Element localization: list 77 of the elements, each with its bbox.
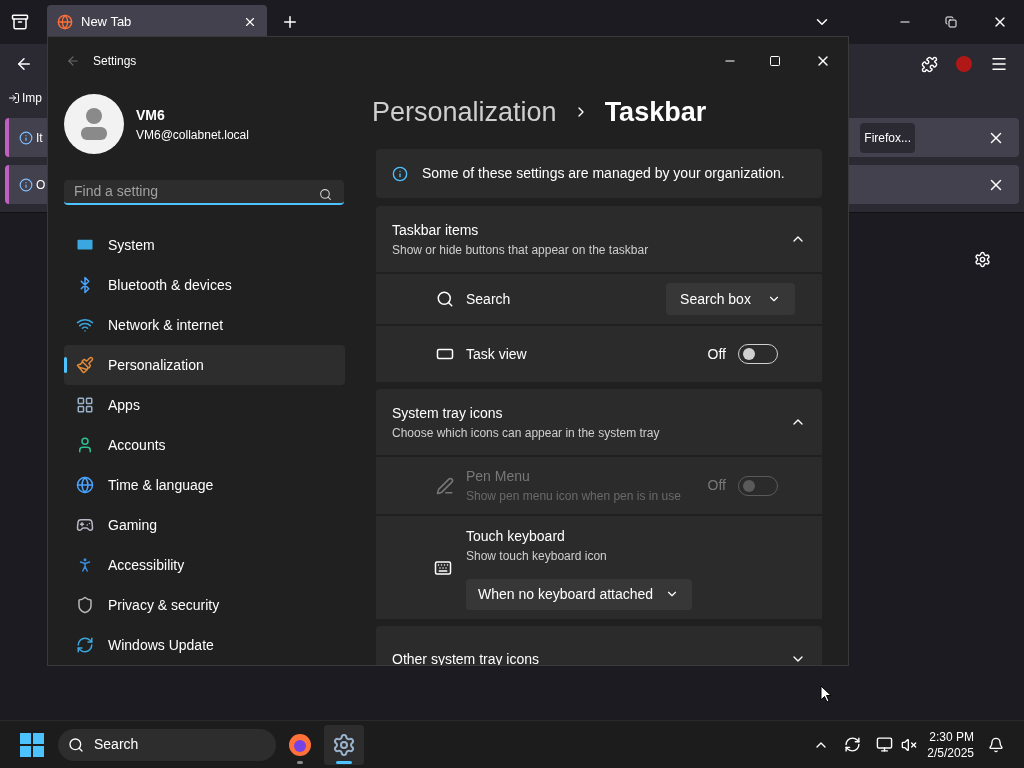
person-icon: [76, 436, 94, 454]
pen-icon: [436, 476, 454, 495]
monitor-icon[interactable]: [876, 736, 894, 753]
nav-item[interactable]: Network & internet: [64, 305, 345, 345]
setting-description: Show touch keyboard icon: [466, 547, 608, 565]
section-description: Choose which icons can appear in the system tray: [392, 424, 661, 442]
breadcrumb-item: Taskbar: [604, 95, 707, 129]
section-title: Taskbar items: [392, 220, 480, 240]
nav-item[interactable]: Accessibility: [64, 545, 345, 585]
info-icon: [19, 177, 33, 192]
section-title: System tray icons: [392, 403, 504, 423]
toggle-state: Off: [707, 476, 726, 495]
search-icon: [436, 290, 454, 308]
person-icon: [79, 107, 109, 141]
info-text: Some of these settings are managed by your organization.: [422, 164, 785, 183]
import-icon: [8, 92, 20, 104]
refresh-icon: [76, 636, 94, 654]
puzzle-icon[interactable]: [921, 55, 938, 73]
info-icon: [392, 165, 408, 182]
notification-text: It: [36, 129, 43, 147]
windows-logo-icon[interactable]: [20, 732, 44, 757]
setting-label: Pen Menu: [466, 467, 531, 486]
notification-button[interactable]: Firefox...: [860, 122, 915, 153]
close-icon[interactable]: [243, 15, 257, 29]
gamepad-icon: [76, 516, 94, 534]
menu-icon[interactable]: [990, 55, 1008, 73]
browser-tab[interactable]: New Tab: [47, 5, 267, 39]
drawer-icon[interactable]: [11, 13, 29, 31]
restore-icon[interactable]: [945, 16, 957, 28]
taskbar-search[interactable]: Search: [58, 728, 276, 761]
nav-item[interactable]: Accounts: [64, 425, 345, 465]
back-icon[interactable]: [15, 55, 33, 73]
user-name: VM6: [136, 105, 166, 125]
settings-icon[interactable]: [974, 251, 991, 268]
globe-icon: [57, 14, 73, 30]
nav-item[interactable]: Personalization: [64, 345, 345, 385]
nav-item[interactable]: Windows Update: [64, 625, 345, 665]
nav-item[interactable]: System: [64, 225, 345, 265]
section-header[interactable]: System tray icons Choose which icons can appear in the system tray: [376, 389, 822, 455]
dropdown[interactable]: When no keyboard attached: [466, 578, 692, 610]
user-email: VM6@collabnet.local: [136, 126, 249, 144]
info-icon: [19, 130, 33, 145]
dropdown[interactable]: Search box: [666, 283, 795, 315]
setting-label: Touch keyboard: [466, 526, 566, 546]
sync-icon[interactable]: [844, 736, 862, 753]
search-icon: [319, 188, 332, 201]
nav-item[interactable]: Bluetooth & devices: [64, 265, 345, 305]
maximize-icon[interactable]: [769, 55, 781, 67]
toggle-state: Off: [707, 344, 726, 364]
nav-item[interactable]: Time & language: [64, 465, 345, 505]
keyboard-icon: [434, 558, 452, 577]
bell-icon[interactable]: [988, 736, 1004, 753]
cursor-icon: [820, 685, 832, 703]
notification-text: O: [36, 176, 46, 194]
wifi-icon: [76, 316, 94, 334]
muted-speaker-icon[interactable]: [901, 736, 918, 753]
taskbar-app[interactable]: [324, 724, 364, 765]
setting-label: Task view: [466, 344, 528, 364]
paintbrush-icon: [76, 356, 94, 374]
nav-item[interactable]: Privacy & security: [64, 585, 345, 625]
grid-icon: [76, 396, 94, 414]
globe-icon: [76, 476, 94, 494]
setting-label: Search: [466, 289, 512, 309]
new-tab-icon[interactable]: [281, 13, 299, 31]
search-field[interactable]: Find a setting: [64, 179, 344, 205]
window-title: Settings: [93, 53, 137, 70]
nav-item[interactable]: Gaming: [64, 505, 345, 545]
section-description: Show or hide buttons that appear on the taskbar: [392, 241, 650, 259]
search-icon: [68, 736, 84, 753]
bookmark[interactable]: Imp: [8, 89, 42, 107]
selection-indicator: [64, 357, 67, 373]
clock[interactable]: 2:30 PM 2/5/2025: [927, 728, 974, 761]
gear-icon: [332, 732, 356, 757]
nav-item[interactable]: Apps: [64, 385, 345, 425]
breadcrumb-item[interactable]: Personalization: [372, 91, 557, 133]
section-header[interactable]: Taskbar items Show or hide buttons that appear on the taskbar: [376, 206, 822, 272]
browser-icon: [288, 732, 312, 757]
